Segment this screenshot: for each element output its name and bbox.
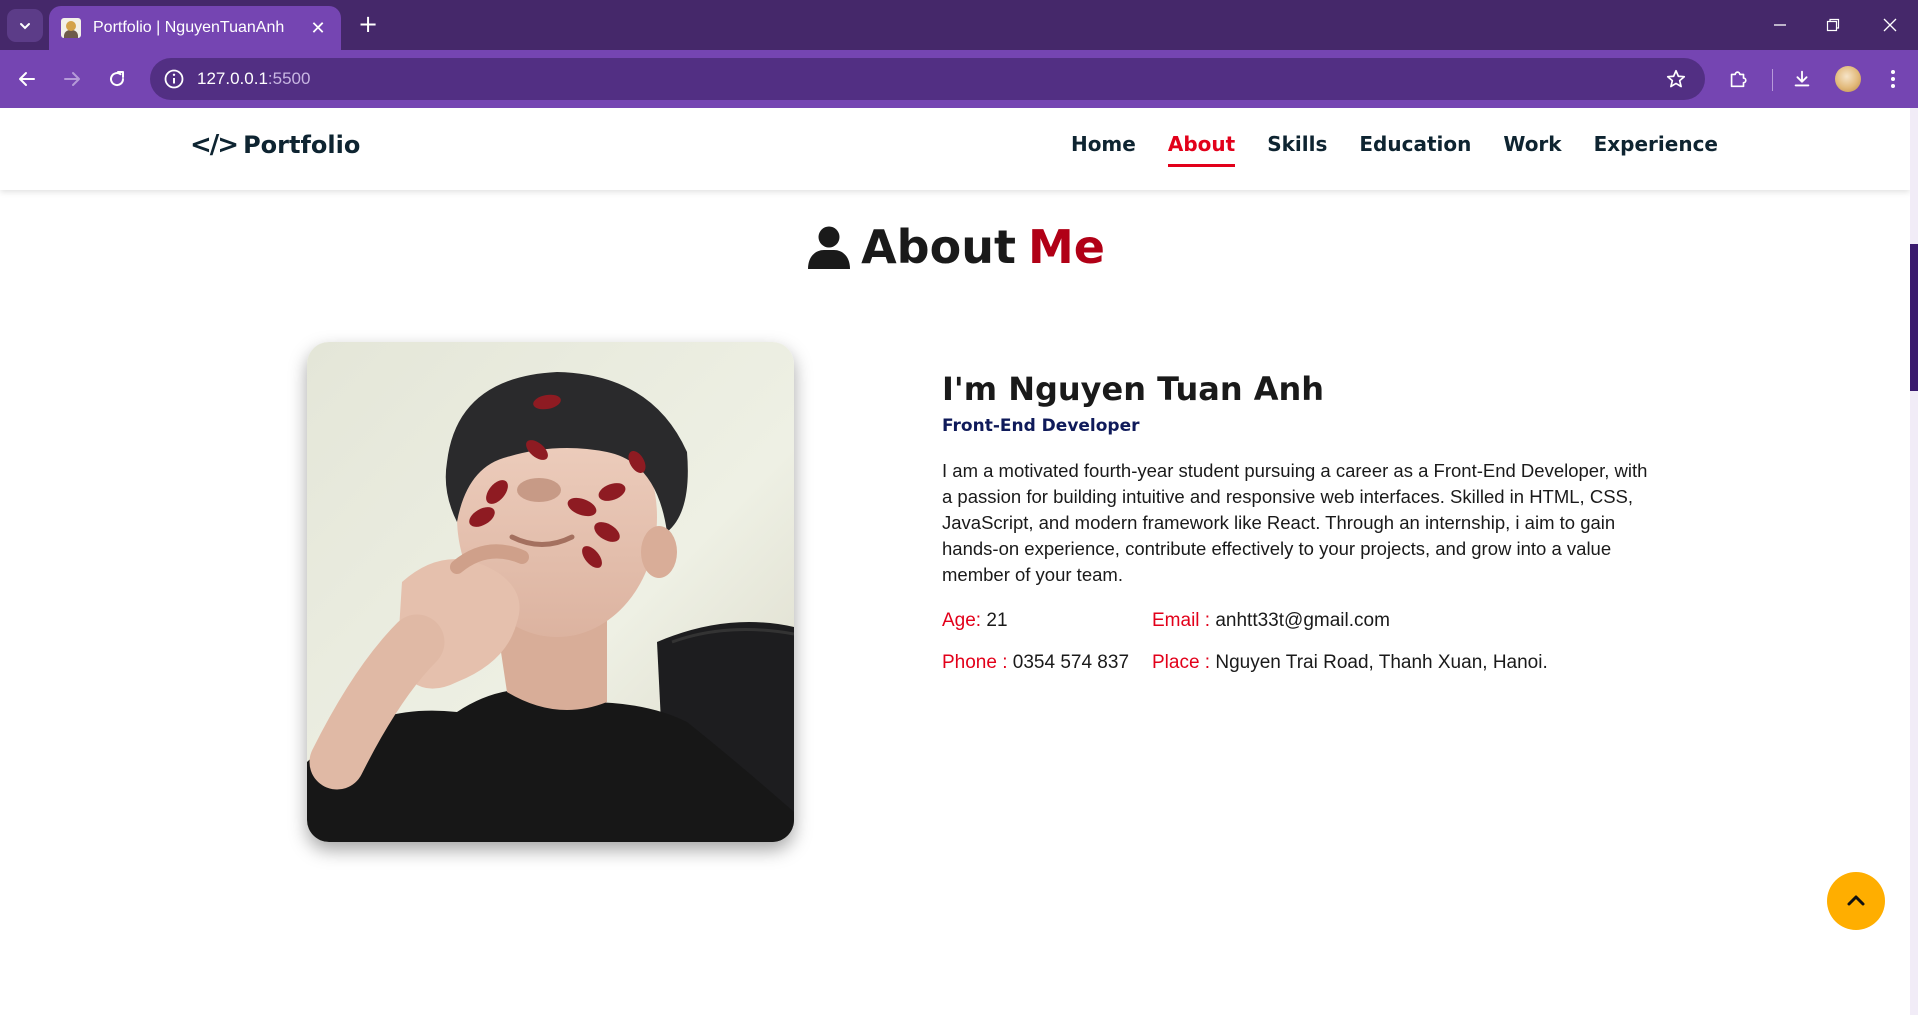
close-tab-icon[interactable]: ✕ bbox=[307, 18, 329, 39]
site-logo[interactable]: </> Portfolio bbox=[190, 130, 360, 160]
main-nav: Home About Skills Education Work Experie… bbox=[1071, 132, 1718, 167]
new-tab-button[interactable]: + bbox=[354, 11, 382, 39]
fact-email-label: Email : bbox=[1152, 610, 1211, 631]
fact-age-value: 21 bbox=[986, 610, 1008, 631]
puzzle-icon bbox=[1730, 71, 1747, 88]
nav-home[interactable]: Home bbox=[1071, 132, 1136, 167]
scroll-to-top-button[interactable] bbox=[1827, 872, 1885, 930]
tab-title: Portfolio | NguyenTuanAnh bbox=[93, 19, 285, 36]
download-icon bbox=[1794, 70, 1810, 87]
url-text: 127.0.0.1:5500 bbox=[197, 58, 310, 100]
bookmark-star-icon[interactable] bbox=[1665, 68, 1687, 90]
nav-experience[interactable]: Experience bbox=[1594, 132, 1718, 167]
extensions-button[interactable] bbox=[1722, 63, 1754, 95]
reload-button[interactable] bbox=[101, 63, 133, 95]
fact-place-label: Place : bbox=[1152, 652, 1211, 673]
browser-tab-active[interactable]: Portfolio | NguyenTuanAnh ✕ bbox=[49, 6, 341, 50]
user-icon bbox=[808, 226, 851, 269]
browser-toolbar: 127.0.0.1:5500 bbox=[0, 50, 1918, 108]
arrow-left-icon bbox=[19, 72, 35, 86]
person-role: Front-End Developer bbox=[942, 416, 1140, 436]
reload-icon bbox=[110, 71, 125, 87]
chevron-down-icon bbox=[20, 22, 30, 29]
url-port: :5500 bbox=[267, 69, 311, 88]
url-host: 127.0.0.1 bbox=[197, 69, 268, 88]
about-intro: I'm Nguyen Tuan Anh Front-End Developer … bbox=[942, 370, 1662, 674]
profile-photo-illustration bbox=[307, 342, 794, 842]
heading-main: About bbox=[861, 220, 1016, 274]
close-window-button[interactable] bbox=[1862, 0, 1918, 50]
downloads-button[interactable] bbox=[1786, 63, 1818, 95]
fact-phone: Phone : 0354 574 837 bbox=[942, 652, 1152, 674]
site-header: </> Portfolio Home About Skills Educatio… bbox=[0, 108, 1910, 190]
nav-about[interactable]: About bbox=[1167, 132, 1236, 167]
fact-age-label: Age: bbox=[942, 610, 982, 631]
browser-tab-strip: Portfolio | NguyenTuanAnh ✕ + bbox=[0, 0, 1918, 50]
tab-search-button[interactable] bbox=[7, 9, 43, 42]
back-button[interactable] bbox=[11, 63, 43, 95]
profile-photo bbox=[307, 342, 794, 842]
fact-place-value: Nguyen Trai Road, Thanh Xuan, Hanoi. bbox=[1215, 652, 1548, 673]
page-viewport: </> Portfolio Home About Skills Educatio… bbox=[0, 108, 1910, 1015]
section-heading: About Me bbox=[0, 220, 1910, 274]
fact-email-value: anhtt33t@gmail.com bbox=[1215, 610, 1390, 631]
fact-email: Email : anhtt33t@gmail.com bbox=[1152, 610, 1662, 632]
personal-facts: Age: 21 Email : anhtt33t@gmail.com Phone… bbox=[942, 610, 1662, 674]
kebab-menu-icon bbox=[1891, 70, 1895, 88]
favicon-icon bbox=[61, 18, 81, 38]
chevron-up-icon bbox=[1847, 895, 1865, 906]
person-bio: I am a motivated fourth-year student pur… bbox=[942, 460, 1648, 585]
code-icon: </> bbox=[190, 130, 239, 160]
forward-button[interactable] bbox=[56, 63, 88, 95]
nav-work[interactable]: Work bbox=[1503, 132, 1561, 167]
page-scrollbar[interactable] bbox=[1910, 108, 1918, 1015]
close-icon bbox=[1883, 18, 1897, 32]
minimize-icon bbox=[1774, 24, 1786, 26]
fact-place: Place : Nguyen Trai Road, Thanh Xuan, Ha… bbox=[1152, 652, 1662, 674]
profile-avatar-icon bbox=[1835, 66, 1861, 92]
profile-button[interactable] bbox=[1832, 63, 1864, 95]
arrow-right-icon bbox=[64, 72, 80, 86]
fact-phone-value: 0354 574 837 bbox=[1012, 652, 1130, 673]
site-info-icon[interactable] bbox=[162, 67, 186, 91]
nav-skills[interactable]: Skills bbox=[1267, 132, 1327, 167]
restore-button[interactable] bbox=[1805, 0, 1861, 50]
logo-text: Portfolio bbox=[243, 131, 361, 159]
minimize-button[interactable] bbox=[1752, 0, 1808, 50]
scrollbar-thumb[interactable] bbox=[1910, 244, 1918, 391]
menu-button[interactable] bbox=[1877, 63, 1909, 95]
heading-accent: Me bbox=[1027, 220, 1105, 274]
fact-phone-label: Phone : bbox=[942, 652, 1008, 673]
restore-icon bbox=[1826, 18, 1840, 32]
toolbar-separator bbox=[1772, 69, 1773, 91]
address-bar[interactable]: 127.0.0.1:5500 bbox=[150, 58, 1705, 100]
person-name: I'm Nguyen Tuan Anh bbox=[942, 370, 1325, 408]
nav-education[interactable]: Education bbox=[1359, 132, 1471, 167]
fact-age: Age: 21 bbox=[942, 610, 1152, 632]
